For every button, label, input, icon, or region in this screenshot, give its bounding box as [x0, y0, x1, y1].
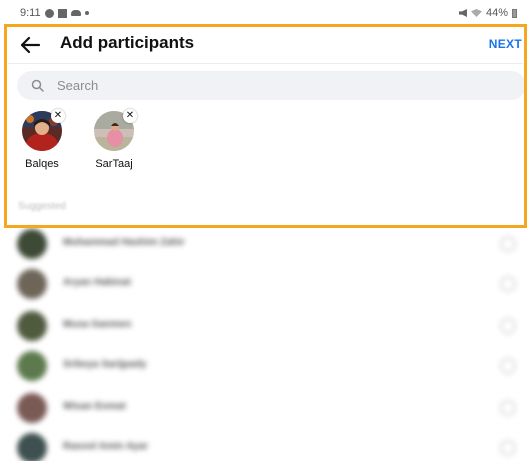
status-left: 9:11: [20, 7, 89, 19]
cloud-notification-icon: [70, 10, 81, 16]
contact-name: Wisan Eomat: [63, 401, 126, 412]
participant-name: Balqes: [25, 158, 59, 170]
back-button[interactable]: [19, 35, 41, 55]
gallery-notification-icon: [57, 8, 67, 18]
contact-name: Aryan Habinat: [63, 277, 131, 288]
status-bar: 9:11 44%: [0, 0, 531, 26]
mute-icon: [458, 9, 467, 17]
remove-participant-button[interactable]: ✕: [51, 109, 65, 123]
selected-participant-chip[interactable]: ✕ SarTaaj: [89, 109, 149, 171]
header: Add participants NEXT: [8, 30, 523, 62]
more-notifications-dot-icon: [84, 11, 89, 15]
select-radio[interactable]: [500, 318, 516, 334]
arrow-left-icon: [20, 36, 41, 54]
avatar: [17, 351, 47, 381]
select-radio[interactable]: [500, 276, 516, 292]
avatar: [17, 269, 47, 299]
contact-name: Musa Ganmen: [63, 319, 132, 330]
suggested-list: Muhammad Hashim Zahir Aryan Habinat Musa…: [0, 226, 531, 461]
avatar: [17, 433, 47, 461]
list-item[interactable]: Aryan Habinat: [0, 269, 531, 309]
wifi-icon: [470, 9, 482, 17]
search-placeholder: Search: [57, 78, 99, 93]
list-item[interactable]: Srikeya Sarijpady: [0, 351, 531, 391]
list-item[interactable]: Wisan Eomat: [0, 393, 531, 433]
participant-name: SarTaaj: [95, 158, 133, 170]
select-radio[interactable]: [500, 440, 516, 456]
contact-name: Rasool Amin Ayar: [63, 441, 149, 452]
contact-name: Muhammad Hashim Zahir: [63, 237, 185, 248]
avatar: [17, 229, 47, 259]
battery-percent: 44%: [485, 7, 508, 19]
header-divider: [8, 63, 523, 64]
status-right: 44%: [458, 7, 517, 19]
list-item[interactable]: Musa Ganmen: [0, 311, 531, 351]
selected-participant-chip[interactable]: ✕ Balqes: [17, 109, 77, 171]
select-radio[interactable]: [500, 236, 516, 252]
list-item[interactable]: Rasool Amin Ayar: [0, 433, 531, 461]
list-item[interactable]: Muhammad Hashim Zahir: [0, 229, 531, 269]
remove-participant-button[interactable]: ✕: [123, 109, 137, 123]
avatar: [17, 311, 47, 341]
search-input[interactable]: Search: [17, 71, 526, 100]
page-title: Add participants: [60, 33, 195, 52]
next-button[interactable]: NEXT: [489, 37, 522, 51]
messenger-notification-icon: [44, 8, 54, 18]
status-time: 9:11: [20, 7, 41, 19]
add-participants-screen: 9:11 44% Add participants NEXT Search ✕ …: [0, 0, 531, 461]
suggested-section-label: Suggested: [18, 201, 66, 212]
search-icon: [31, 79, 44, 92]
battery-icon: [512, 8, 517, 18]
select-radio[interactable]: [500, 400, 516, 416]
contact-name: Srikeya Sarijpady: [63, 359, 147, 370]
select-radio[interactable]: [500, 358, 516, 374]
avatar: [17, 393, 47, 423]
